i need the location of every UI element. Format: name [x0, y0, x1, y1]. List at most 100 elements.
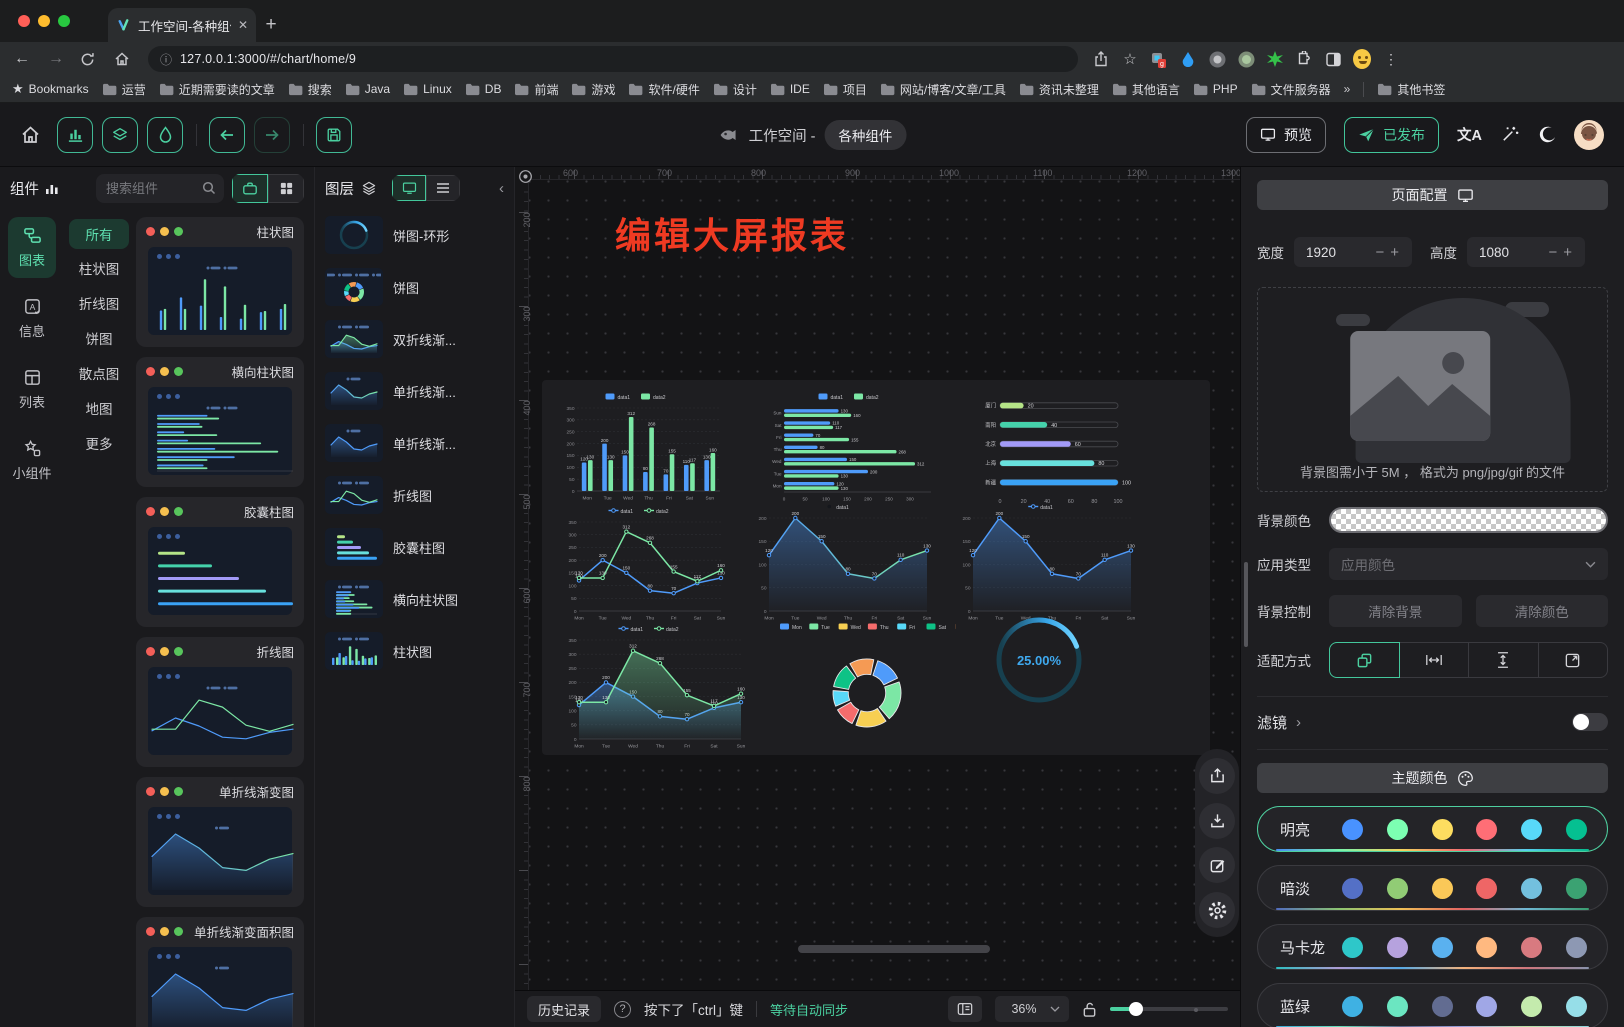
layout-panel-toggle[interactable]	[948, 996, 982, 1022]
url-bar[interactable]: ⓘ 127.0.0.1:3000/#/chart/home/9	[148, 46, 1078, 72]
bookmark-folder[interactable]: 资讯未整理	[1019, 81, 1099, 98]
magic-wand-icon[interactable]	[1500, 125, 1519, 144]
lock-icon[interactable]	[1082, 1001, 1097, 1018]
filter-expand-chevron[interactable]: ›	[1296, 714, 1301, 731]
preview-button[interactable]: 预览	[1246, 117, 1326, 153]
other-bookmarks[interactable]: 其他书签	[1377, 81, 1445, 98]
bookmark-folder[interactable]: 前端	[514, 81, 558, 98]
bookmark-folder[interactable]: 近期需要读的文章	[159, 81, 275, 98]
bookmark-folder[interactable]: Linux	[403, 81, 452, 98]
bookmark-folder[interactable]: DB	[465, 81, 502, 98]
app-type-select[interactable]: 应用颜色	[1329, 548, 1608, 580]
layer-item[interactable]: 饼图	[315, 261, 514, 313]
chart-mode-button[interactable]	[57, 117, 93, 153]
back-icon[interactable]: ←	[12, 50, 32, 68]
theme-row-明亮[interactable]: 明亮	[1257, 806, 1608, 852]
close-window-button[interactable]	[18, 15, 30, 27]
decrement-icon[interactable]: −	[1545, 244, 1560, 261]
editor-canvas[interactable]: 6007008009001000110012001300 20030040050…	[515, 167, 1240, 990]
history-button[interactable]: 历史记录	[527, 996, 601, 1022]
sidebar-nav-小组件[interactable]: 小组件	[8, 430, 56, 491]
bg-color-swatch[interactable]	[1329, 507, 1608, 533]
profile-avatar[interactable]	[1353, 50, 1371, 68]
chart-hbar[interactable]: data1data2050100150200250300Sun130160Sat…	[762, 390, 946, 502]
bookmark-star-icon[interactable]: ☆	[1121, 50, 1139, 68]
width-stepper[interactable]: 1920 −+	[1294, 237, 1412, 267]
language-icon[interactable]: 文A	[1457, 124, 1482, 145]
redo-button[interactable]	[254, 117, 290, 153]
zoom-slider[interactable]	[1110, 1002, 1228, 1016]
increment-icon[interactable]: +	[1387, 244, 1402, 261]
reload-icon[interactable]	[80, 52, 100, 67]
ruler-toggle-eye-icon[interactable]	[518, 169, 533, 184]
decrement-icon[interactable]: −	[1372, 244, 1387, 261]
fit-scale-button[interactable]	[1329, 642, 1400, 678]
layer-item[interactable]: 柱状图	[315, 625, 514, 677]
bookmark-folder[interactable]: 运营	[102, 81, 146, 98]
clear-color-button[interactable]: 清除颜色	[1476, 595, 1609, 627]
theme-row-暗淡[interactable]: 暗淡	[1257, 865, 1608, 911]
publish-button[interactable]: 已发布	[1344, 117, 1439, 153]
card-view-toggle[interactable]	[232, 174, 268, 203]
chart-ring[interactable]: 25.00%	[966, 608, 1112, 708]
dark-mode-moon-icon[interactable]	[1537, 125, 1556, 144]
bookmark-folder[interactable]: IDE	[770, 81, 810, 98]
bookmark-folder[interactable]: PHP	[1193, 81, 1238, 98]
increment-icon[interactable]: +	[1560, 244, 1575, 261]
fit-stretch-button[interactable]	[1539, 642, 1609, 678]
home-icon[interactable]	[114, 51, 134, 67]
fit-width-button[interactable]	[1400, 642, 1470, 678]
slider-knob[interactable]	[1129, 1002, 1143, 1016]
settings-gear-icon[interactable]	[1199, 892, 1235, 928]
tab-close-icon[interactable]: ✕	[238, 18, 248, 32]
bookmark-folder[interactable]: 设计	[713, 81, 757, 98]
user-avatar[interactable]	[1574, 120, 1604, 150]
layer-item[interactable]: 双折线渐...	[315, 313, 514, 365]
workspace-name[interactable]: 各种组件	[824, 120, 906, 150]
dashboard-screen[interactable]: data1data2050100150200250300350120200150…	[542, 380, 1210, 755]
bookmark-folder[interactable]: 软件/硬件	[628, 81, 699, 98]
maximize-window-button[interactable]	[58, 15, 70, 27]
layer-item[interactable]: 折线图	[315, 469, 514, 521]
forward-icon[interactable]: →	[46, 50, 66, 68]
bookmark-folder[interactable]: 文件服务器	[1251, 81, 1331, 98]
panel-scrollbar[interactable]	[1244, 562, 1248, 647]
fit-height-button[interactable]	[1469, 642, 1539, 678]
sidebar-nav-信息[interactable]: A信息	[8, 288, 56, 349]
bookmark-folder[interactable]: 网站/博客/文章/工具	[880, 81, 1006, 98]
category-散点图[interactable]: 散点图	[69, 356, 129, 389]
layer-item[interactable]: 胶囊柱图	[315, 521, 514, 573]
component-card[interactable]: 胶囊柱图	[136, 497, 304, 627]
menu-dots-icon[interactable]: ⋮	[1382, 50, 1400, 68]
grid-view-toggle[interactable]	[268, 174, 304, 203]
export-icon[interactable]	[1199, 758, 1235, 794]
import-icon[interactable]	[1199, 803, 1235, 839]
layer-thumbnail-view-toggle[interactable]	[392, 175, 426, 201]
height-stepper[interactable]: 1080 −+	[1467, 237, 1585, 267]
component-card[interactable]: 单折线渐变图	[136, 777, 304, 907]
bookmark-folder[interactable]: 搜索	[288, 81, 332, 98]
zoom-select[interactable]: 36%	[995, 996, 1069, 1022]
category-地图[interactable]: 地图	[69, 391, 129, 424]
edit-icon[interactable]	[1199, 847, 1235, 883]
chart-area1[interactable]: data1050100150200MonTueWedThuFriSatSun12…	[952, 500, 1140, 622]
layer-item[interactable]: 横向柱状图	[315, 573, 514, 625]
category-折线图[interactable]: 折线图	[69, 286, 129, 319]
chart-donut[interactable]: MonTueWedThuFriSatSun	[778, 620, 956, 752]
extension-circle2-icon[interactable]	[1237, 50, 1255, 68]
minimize-window-button[interactable]	[38, 15, 50, 27]
new-tab-button[interactable]: +	[256, 8, 286, 42]
component-card[interactable]: 横向柱状图	[136, 357, 304, 487]
help-icon[interactable]: ?	[614, 1001, 631, 1018]
layer-item[interactable]: 单折线渐...	[315, 365, 514, 417]
filter-toggle-switch[interactable]	[1572, 713, 1608, 731]
component-card[interactable]: 单折线渐变面积图	[136, 917, 304, 1027]
background-upload-dropzone[interactable]: 背景图需小于 5M ， 格式为 png/jpg/gif 的文件	[1257, 287, 1608, 492]
bookmarks-root[interactable]: ★Bookmarks	[12, 81, 89, 97]
split-view-icon[interactable]	[1324, 50, 1342, 68]
category-所有[interactable]: 所有	[69, 219, 129, 249]
sidebar-nav-图表[interactable]: 图表	[8, 217, 56, 278]
home-nav-icon[interactable]	[20, 125, 41, 145]
chart-line2[interactable]: data1data2050100150200250300350MonTueWed…	[558, 504, 730, 622]
site-info-icon[interactable]: ⓘ	[160, 51, 172, 68]
